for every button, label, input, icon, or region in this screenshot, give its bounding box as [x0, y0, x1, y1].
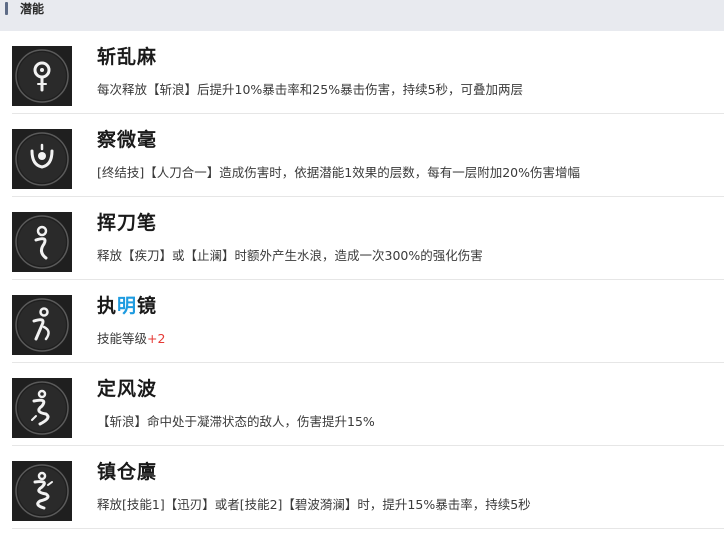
level-bonus-value: +2 [147, 331, 166, 346]
potential-glyph-1-icon [12, 46, 72, 106]
potential-glyph-3-icon [12, 212, 72, 272]
potential-description: 每次释放【斩浪】后提升10%暴击率和25%暴击伤害，持续5秒，可叠加两层 [97, 82, 524, 97]
potential-list: 斩乱麻 每次释放【斩浪】后提升10%暴击率和25%暴击伤害，持续5秒，可叠加两层… [0, 31, 724, 529]
potential-name: 斩乱麻 [97, 46, 158, 68]
section-header: 潜能 [0, 0, 724, 31]
potential-description: 释放[技能1]【迅刃】或者[技能2]【碧波漪澜】时，提升15%暴击率，持续5秒 [97, 497, 531, 512]
potential-glyph-6-icon [12, 461, 72, 521]
potential-item: 挥刀笔 释放【疾刀】或【止澜】时额外产生水浪，造成一次300%的强化伤害 [12, 197, 724, 280]
potential-description: [终结技]【人刀合一】造成伤害时，依据潜能1效果的层数，每有一层附加20%伤害增… [97, 165, 580, 180]
potential-name: 定风波 [97, 378, 158, 400]
potential-description: 技能等级+2 [97, 330, 165, 348]
desc-text: 技能等级 [97, 331, 148, 346]
potential-item: 察微毫 [终结技]【人刀合一】造成伤害时，依据潜能1效果的层数，每有一层附加20… [12, 114, 724, 197]
potential-description: 【斩浪】命中处于凝滞状态的敌人，伤害提升15% [97, 414, 375, 429]
name-part: 镜 [137, 295, 158, 317]
potential-description: 释放【疾刀】或【止澜】时额外产生水浪，造成一次300%的强化伤害 [97, 248, 483, 263]
header-accent-bar [5, 2, 8, 15]
potential-name: 执明镜 [97, 294, 157, 318]
name-highlight: 明 [117, 295, 138, 317]
potential-glyph-5-icon [12, 378, 72, 438]
section-title: 潜能 [20, 2, 45, 16]
potential-name: 镇仓廪 [97, 461, 158, 483]
potential-glyph-2-icon [12, 129, 72, 189]
potential-name: 察微毫 [97, 129, 158, 151]
name-part: 执 [97, 295, 118, 317]
potential-item: 镇仓廪 释放[技能1]【迅刃】或者[技能2]【碧波漪澜】时，提升15%暴击率，持… [12, 446, 724, 529]
potential-glyph-4-icon [12, 295, 72, 355]
potential-item: 执明镜 技能等级+2 [12, 280, 724, 363]
potential-item: 定风波 【斩浪】命中处于凝滞状态的敌人，伤害提升15% [12, 363, 724, 446]
potential-name: 挥刀笔 [97, 212, 158, 234]
potential-item: 斩乱麻 每次释放【斩浪】后提升10%暴击率和25%暴击伤害，持续5秒，可叠加两层 [12, 31, 724, 114]
